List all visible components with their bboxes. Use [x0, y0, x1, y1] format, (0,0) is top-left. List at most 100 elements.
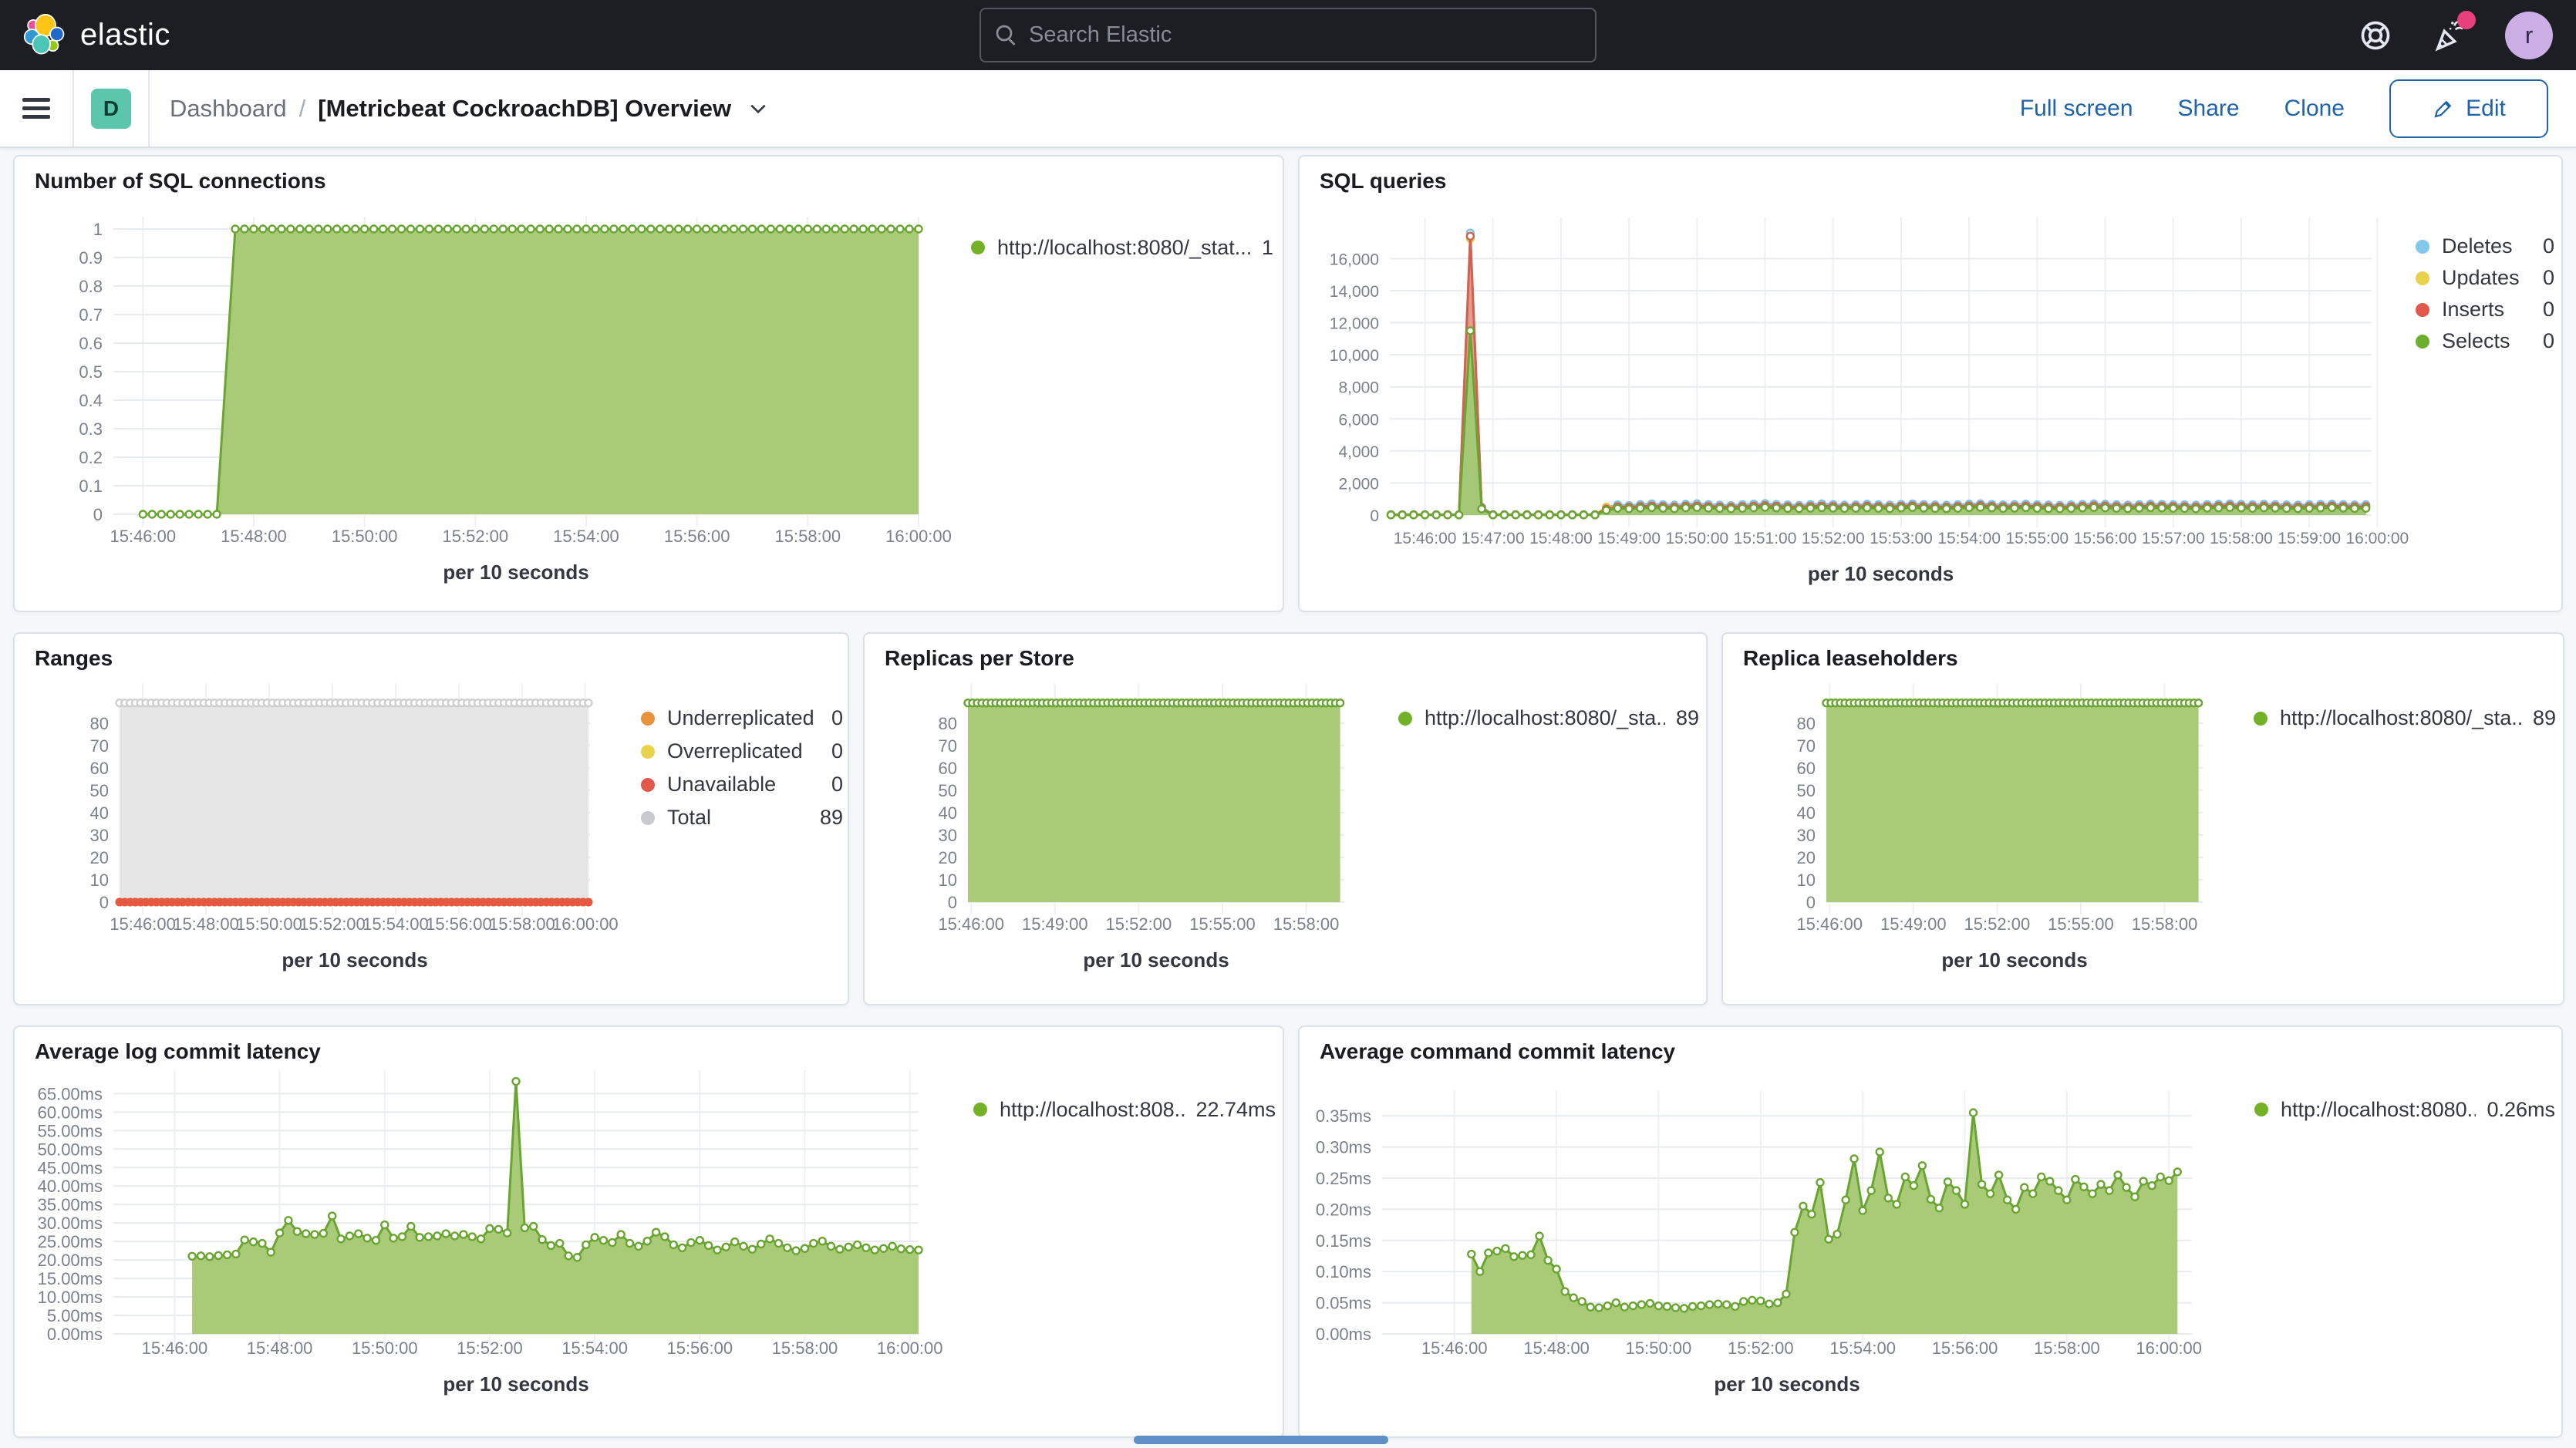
svg-text:15:58:00: 15:58:00 [489, 914, 555, 934]
edit-button[interactable]: Edit [2389, 79, 2548, 138]
svg-text:0.8: 0.8 [79, 277, 103, 296]
legend-series-value: 0 [831, 773, 843, 796]
svg-text:0.10ms: 0.10ms [1316, 1262, 1371, 1281]
legend-item[interactable]: Overreplicated0 [641, 735, 843, 768]
svg-text:16:00:00: 16:00:00 [2345, 530, 2409, 547]
svg-text:0.20ms: 0.20ms [1316, 1200, 1371, 1219]
toolbar-divider [148, 70, 150, 146]
page-title: [Metricbeat CockroachDB] Overview [318, 95, 731, 123]
svg-text:15:58:00: 15:58:00 [2132, 914, 2198, 934]
svg-text:80: 80 [939, 714, 957, 733]
horizontal-scrollbar-thumb[interactable] [1134, 1436, 1388, 1444]
svg-text:15:57:00: 15:57:00 [2142, 530, 2205, 547]
svg-text:15:50:00: 15:50:00 [236, 914, 302, 934]
legend-series-label: http://localhost:8080/_sta... [1425, 706, 1665, 730]
svg-text:15:52:00: 15:52:00 [1802, 530, 1865, 547]
clone-button[interactable]: Clone [2284, 96, 2345, 122]
chart-number-of-sql-connections[interactable]: 15:46:0015:48:0015:50:0015:52:0015:54:00… [15, 157, 1284, 612]
svg-text:15:50:00: 15:50:00 [332, 527, 398, 546]
svg-text:6,000: 6,000 [1338, 411, 1379, 429]
legend-series-dot [973, 1103, 987, 1116]
svg-text:15:52:00: 15:52:00 [443, 527, 509, 546]
svg-text:15:54:00: 15:54:00 [1829, 1339, 1896, 1358]
legend-series-label: Updates [2442, 266, 2532, 290]
legend-item[interactable]: Total89 [641, 801, 843, 834]
svg-text:0.4: 0.4 [79, 391, 103, 410]
legend-series-dot [1398, 712, 1412, 726]
svg-text:15:54:00: 15:54:00 [561, 1339, 628, 1358]
elastic-brand[interactable]: elastic [23, 14, 170, 57]
legend-series-label: Selects [2442, 329, 2532, 353]
svg-text:65.00ms: 65.00ms [38, 1084, 103, 1103]
share-button[interactable]: Share [2178, 96, 2240, 122]
legend-item[interactable]: Deletes0 [2416, 231, 2554, 262]
help-life-ring-icon [2359, 19, 2392, 52]
svg-text:30: 30 [939, 826, 957, 845]
svg-text:15:54:00: 15:54:00 [362, 914, 429, 934]
user-avatar[interactable]: r [2505, 12, 2553, 59]
svg-text:15.00ms: 15.00ms [38, 1269, 103, 1288]
legend-item[interactable]: http://localhost:808...22.74ms [973, 1093, 1276, 1126]
svg-text:16:00:00: 16:00:00 [877, 1339, 943, 1358]
legend-series-label: Inserts [2442, 298, 2532, 322]
svg-text:70: 70 [90, 736, 109, 756]
legend-item[interactable]: Unavailable0 [641, 768, 843, 801]
legend-series-label: http://localhost:8080/_stat... [997, 236, 1251, 260]
full-screen-button[interactable]: Full screen [2020, 96, 2133, 122]
pencil-icon [2432, 97, 2455, 120]
panel-ranges: Ranges 15:46:0015:48:0015:50:0015:52:001… [13, 632, 849, 1005]
breadcrumb-dashboard-link[interactable]: Dashboard [170, 95, 287, 123]
title-options-button[interactable] [748, 99, 768, 119]
legend-item[interactable]: http://localhost:8080...0.26ms [2254, 1093, 2555, 1126]
svg-text:16:00:00: 16:00:00 [552, 914, 619, 934]
svg-text:5.00ms: 5.00ms [47, 1306, 103, 1325]
svg-text:20: 20 [939, 848, 957, 867]
svg-text:60: 60 [1797, 759, 1816, 778]
panel-sql-queries: SQL queries 15:46:0015:47:0015:48:0015:4… [1298, 155, 2563, 612]
legend: http://localhost:8080/_sta...89 [2254, 702, 2556, 735]
legend-series-dot [2416, 335, 2429, 349]
svg-text:15:55:00: 15:55:00 [1189, 914, 1256, 934]
hamburger-icon [22, 93, 50, 123]
legend-series-label: Deletes [2442, 234, 2532, 258]
svg-text:20: 20 [90, 848, 109, 867]
global-search-bar[interactable] [979, 8, 1597, 62]
svg-text:0: 0 [1806, 893, 1816, 912]
svg-text:15:52:00: 15:52:00 [457, 1339, 523, 1358]
svg-text:12,000: 12,000 [1330, 315, 1379, 333]
legend-item[interactable]: http://localhost:8080/_sta...89 [1398, 702, 1699, 735]
legend-item[interactable]: http://localhost:8080/_stat...1 [971, 231, 1273, 264]
svg-text:0: 0 [93, 505, 103, 524]
legend-item[interactable]: Underreplicated0 [641, 702, 843, 735]
svg-text:15:56:00: 15:56:00 [2074, 530, 2137, 547]
svg-text:15:55:00: 15:55:00 [2048, 914, 2114, 934]
svg-text:15:50:00: 15:50:00 [1626, 1339, 1692, 1358]
svg-text:15:46:00: 15:46:00 [1394, 530, 1457, 547]
whats-new-button[interactable] [2431, 17, 2468, 54]
legend-series-value: 0 [831, 739, 843, 763]
svg-text:30: 30 [1797, 826, 1816, 845]
legend-series-value: 0 [2543, 298, 2554, 322]
legend-item[interactable]: Updates0 [2416, 262, 2554, 294]
svg-text:70: 70 [939, 736, 957, 756]
search-input[interactable] [1029, 22, 1581, 48]
legend-series-dot [641, 712, 655, 726]
legend-item[interactable]: Selects0 [2416, 325, 2554, 357]
svg-text:50: 50 [90, 781, 109, 800]
svg-text:0.7: 0.7 [79, 305, 103, 325]
help-button[interactable] [2357, 17, 2394, 54]
svg-text:15:58:00: 15:58:00 [2034, 1339, 2100, 1358]
svg-text:10: 10 [939, 870, 957, 890]
chart-sql-queries[interactable]: 15:46:0015:47:0015:48:0015:49:0015:50:00… [1300, 157, 2563, 612]
menu-button[interactable] [0, 70, 72, 146]
svg-text:0.9: 0.9 [79, 248, 103, 268]
svg-text:30: 30 [90, 826, 109, 845]
legend-item[interactable]: http://localhost:8080/_sta...89 [2254, 702, 2556, 735]
legend-series-dot [2416, 240, 2429, 254]
legend-item[interactable]: Inserts 0 [2416, 294, 2554, 325]
svg-text:15:54:00: 15:54:00 [1937, 530, 2001, 547]
svg-text:0.25ms: 0.25ms [1316, 1169, 1371, 1188]
dashboard-app-badge[interactable]: D [91, 89, 131, 129]
svg-text:15:59:00: 15:59:00 [2278, 530, 2341, 547]
toolbar-divider [72, 70, 74, 146]
